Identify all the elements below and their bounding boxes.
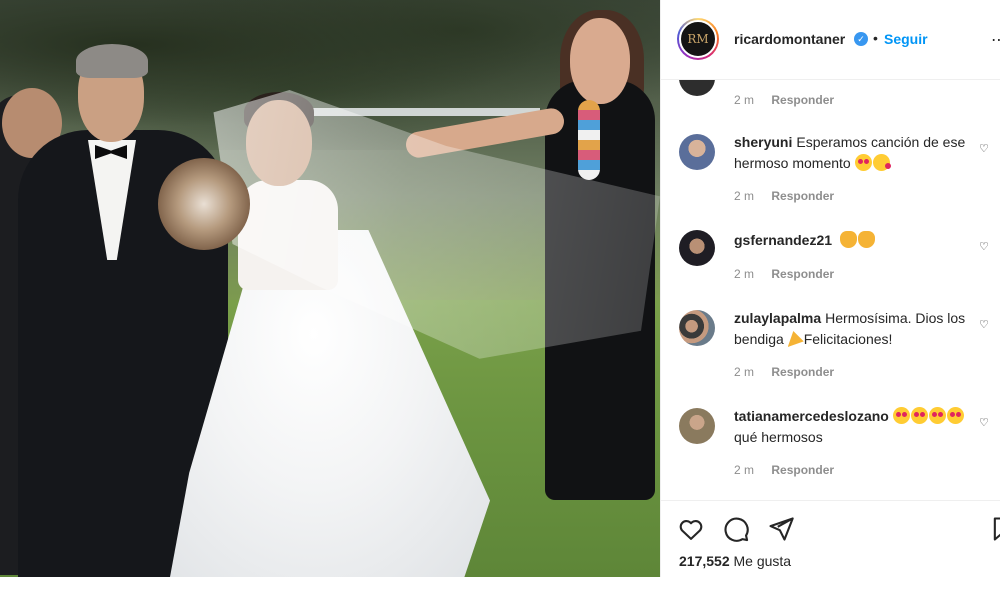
woman-right-necklace xyxy=(578,100,600,180)
comment-username[interactable]: gsfernandez21 xyxy=(734,232,832,248)
comment-avatar[interactable] xyxy=(679,80,715,96)
reply-button[interactable]: Responder xyxy=(771,463,834,477)
likes-label: Me gusta xyxy=(733,553,792,569)
comment-like-heart-icon[interactable]: ♡ xyxy=(979,240,989,253)
verified-badge-icon: ✓ xyxy=(854,32,868,46)
reply-button[interactable]: Responder xyxy=(771,267,834,281)
author-avatar[interactable]: RM xyxy=(677,18,719,60)
comment-meta: 2 m Responder xyxy=(734,93,834,107)
comment-meta: 2 m Responder xyxy=(734,365,834,379)
likes-summary[interactable]: 217,552 Me gusta xyxy=(679,553,791,569)
comments-list[interactable]: 2 m Responder sheryuni Esperamos canción … xyxy=(661,80,1000,500)
heart-eyes-emoji xyxy=(946,407,964,424)
comment-username[interactable]: zulaylapalma xyxy=(734,310,821,326)
clapping-emoji xyxy=(857,231,875,248)
comment-text: tatianamercedeslozano qué hermosos xyxy=(734,406,994,448)
comment-like-heart-icon[interactable]: ♡ xyxy=(979,416,989,429)
more-icon[interactable]: ⋯ xyxy=(991,30,1000,50)
kissing-heart-emoji xyxy=(872,154,891,171)
author-avatar-image: RM xyxy=(679,20,717,58)
comment-username[interactable]: sheryuni xyxy=(734,134,792,150)
groom-hair xyxy=(76,44,148,78)
comment-body-continued: Felicitaciones! xyxy=(803,331,893,347)
header-separator: • xyxy=(873,30,878,46)
post-actions: 217,552 Me gusta xyxy=(661,500,1000,577)
comment-time: 2 m xyxy=(734,267,755,281)
comment-username[interactable]: tatianamercedeslozano xyxy=(734,408,889,424)
post-sidebar: RM ricardomontaner ✓ • Seguir ⋯ 2 m Resp… xyxy=(660,0,1000,577)
comment-meta: 2 m Responder xyxy=(734,267,834,281)
post-header: RM ricardomontaner ✓ • Seguir ⋯ xyxy=(661,0,1000,80)
comment-time: 2 m xyxy=(734,463,755,477)
comment-meta: 2 m Responder xyxy=(734,463,834,477)
heart-eyes-emoji xyxy=(854,154,872,171)
follow-button[interactable]: Seguir xyxy=(884,31,928,47)
comment-avatar[interactable] xyxy=(679,230,715,266)
woman-right-head xyxy=(570,18,630,104)
comment-time: 2 m xyxy=(734,365,755,379)
bookmark-icon[interactable] xyxy=(989,515,1000,543)
comment-text: zulaylapalma Hermosísima. Dios los bendig… xyxy=(734,308,994,350)
party-popper-emoji xyxy=(787,331,804,347)
comment-avatar[interactable] xyxy=(679,134,715,170)
comment-text: sheryuni Esperamos canción de ese hermoso… xyxy=(734,132,994,174)
comment-avatar[interactable] xyxy=(679,310,715,346)
reply-button[interactable]: Responder xyxy=(771,365,834,379)
heart-eyes-emoji xyxy=(910,407,928,424)
bouquet xyxy=(158,158,250,250)
paper-plane-icon[interactable] xyxy=(767,515,795,543)
comment-icon[interactable] xyxy=(722,515,750,543)
reply-button[interactable]: Responder xyxy=(771,189,834,203)
heart-icon[interactable] xyxy=(677,515,705,543)
post-photo[interactable] xyxy=(0,0,660,577)
comment-like-heart-icon[interactable]: ♡ xyxy=(979,318,989,331)
comment-avatar[interactable] xyxy=(679,408,715,444)
author-username[interactable]: ricardomontaner xyxy=(734,31,845,47)
bottom-strip xyxy=(0,577,1000,590)
comment-time: 2 m xyxy=(734,93,755,107)
clapping-emoji xyxy=(839,231,857,248)
reply-button[interactable]: Responder xyxy=(771,93,834,107)
heart-eyes-emoji xyxy=(892,407,910,424)
heart-eyes-emoji xyxy=(928,407,946,424)
comment-meta: 2 m Responder xyxy=(734,189,834,203)
comment-time: 2 m xyxy=(734,189,755,203)
comment-like-heart-icon[interactable]: ♡ xyxy=(979,142,989,155)
likes-count: 217,552 xyxy=(679,553,730,569)
comment-text: gsfernandez21 xyxy=(734,230,994,251)
comment-body: qué hermosos xyxy=(734,429,823,445)
